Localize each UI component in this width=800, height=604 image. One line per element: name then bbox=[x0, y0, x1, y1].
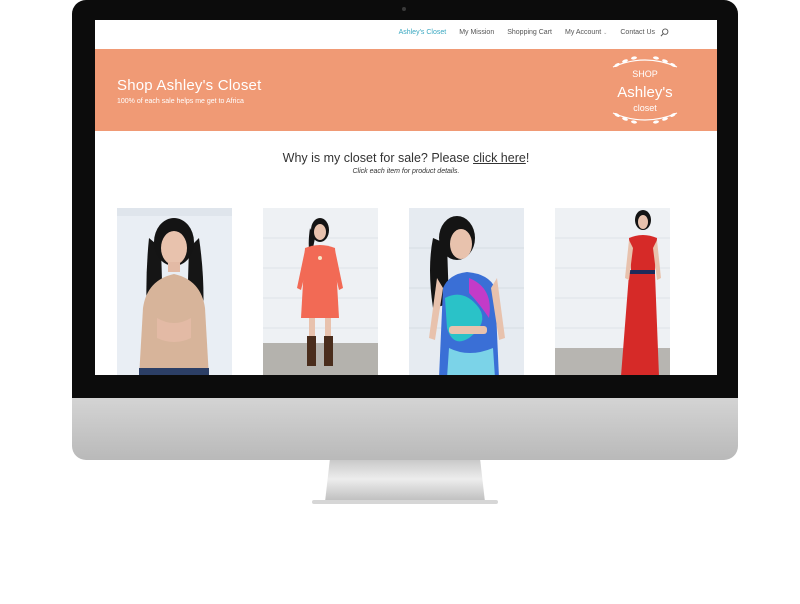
screen: Ashley's Closet My Mission Shopping Cart… bbox=[95, 20, 717, 375]
search-icon[interactable] bbox=[660, 28, 669, 37]
nav-item-my-account[interactable]: My Account ⌄ bbox=[565, 29, 607, 36]
nav-item-ashleys-closet[interactable]: Ashley's Closet bbox=[399, 29, 447, 36]
nav-item-my-account-label: My Account bbox=[564, 29, 602, 36]
product-photo bbox=[263, 208, 378, 375]
product-card[interactable] bbox=[117, 208, 232, 375]
logo-line-1: SHOP bbox=[632, 69, 658, 79]
site-title[interactable]: Shop Ashley's Closet bbox=[117, 77, 261, 94]
site-tagline: 100% of each sale helps me get to Africa bbox=[117, 98, 244, 105]
headline-text: Why is my closet for sale? Please bbox=[282, 151, 474, 165]
header-banner: Shop Ashley's Closet 100% of each sale h… bbox=[95, 49, 717, 131]
product-photo bbox=[117, 208, 232, 375]
product-card[interactable] bbox=[263, 208, 378, 375]
page-headline: Why is my closet for sale? Please click … bbox=[95, 151, 717, 165]
nav-item-shopping-cart[interactable]: Shopping Cart bbox=[507, 29, 552, 36]
monitor-chin bbox=[72, 398, 738, 460]
stand-shadow bbox=[312, 500, 498, 504]
product-photo bbox=[409, 208, 524, 375]
product-card[interactable] bbox=[409, 208, 524, 375]
nav-item-contact-us[interactable]: Contact Us bbox=[620, 29, 655, 36]
monitor-stand bbox=[325, 460, 485, 502]
product-grid bbox=[117, 208, 670, 375]
camera-icon bbox=[402, 7, 406, 11]
click-here-link[interactable]: click here bbox=[473, 151, 526, 165]
headline-suffix: ! bbox=[525, 151, 530, 165]
logo-line-2: Ashley's bbox=[617, 84, 672, 101]
top-navigation: Ashley's Closet My Mission Shopping Cart… bbox=[95, 20, 717, 48]
nav-item-my-mission[interactable]: My Mission bbox=[459, 29, 494, 36]
chevron-down-icon: ⌄ bbox=[603, 30, 608, 36]
product-photo bbox=[555, 208, 670, 375]
nav-menu: Ashley's Closet My Mission Shopping Cart… bbox=[399, 29, 655, 36]
page-subline: Click each item for product details. bbox=[352, 168, 460, 175]
logo-line-3: closet bbox=[633, 103, 657, 113]
shop-logo[interactable]: SHOP Ashley's closet bbox=[603, 51, 687, 129]
product-card[interactable] bbox=[555, 208, 670, 375]
